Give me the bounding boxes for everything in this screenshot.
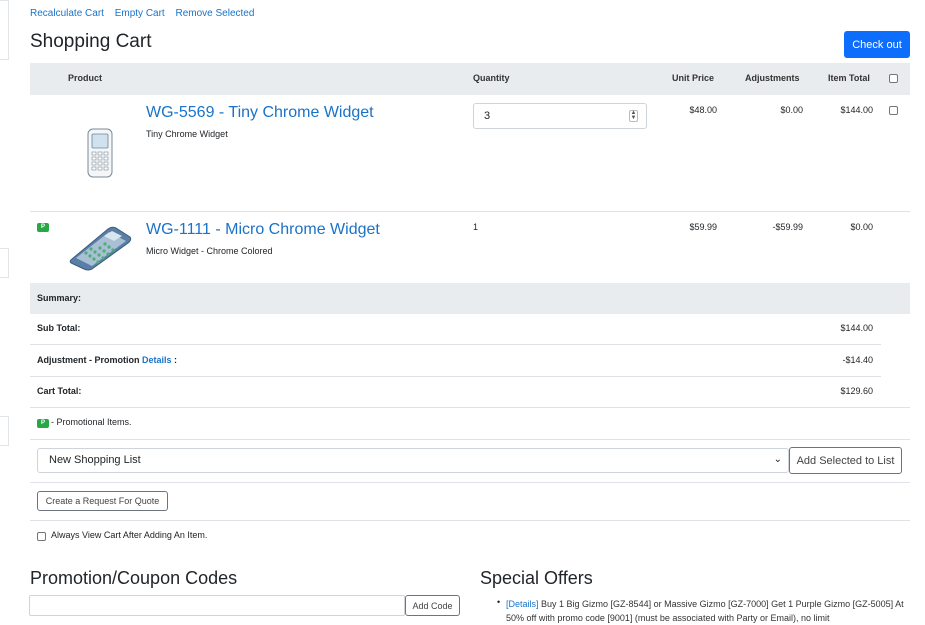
product-description: Tiny Chrome Widget: [146, 129, 228, 139]
checkout-button[interactable]: Check out: [844, 31, 910, 58]
divider: [30, 482, 910, 483]
special-offer-item: [Details] Buy 1 Big Gizmo [GZ-8544] or M…: [506, 597, 916, 625]
shopping-list-value: New Shopping List: [49, 454, 141, 466]
page-title: Shopping Cart: [30, 31, 152, 52]
summary-heading: Summary:: [37, 293, 82, 303]
product-name-link[interactable]: WG-5569 - Tiny Chrome Widget: [146, 104, 374, 122]
recalculate-cart-link[interactable]: Recalculate Cart: [30, 8, 104, 19]
row-select-checkbox[interactable]: [889, 106, 898, 115]
unit-price: $48.00: [689, 105, 717, 115]
cart-total-value: $129.60: [840, 386, 873, 396]
header-item-total: Item Total: [828, 73, 870, 83]
offer-text: Buy 1 Big Gizmo [GZ-8544] or Massive Giz…: [506, 599, 904, 623]
adjustment-value: $0.00: [780, 105, 803, 115]
cart-row: WG-5569 - Tiny Chrome Widget Tiny Chrome…: [30, 95, 910, 211]
header-quantity: Quantity: [473, 73, 510, 83]
divider: [30, 520, 910, 521]
empty-cart-link[interactable]: Empty Cart: [115, 8, 165, 19]
quantity-value: 1: [473, 222, 479, 232]
item-total: $0.00: [850, 222, 873, 232]
divider: [30, 407, 910, 408]
cart-total-label: Cart Total:: [37, 386, 82, 396]
quantity-stepper-icon[interactable]: ▲ ▼: [629, 110, 638, 122]
promo-note: - Promotional Items.: [51, 417, 132, 427]
adjustment-colon: :: [174, 355, 178, 365]
unit-price: $59.99: [689, 222, 717, 232]
mobile-phone-icon: [87, 128, 113, 178]
always-view-checkbox[interactable]: [37, 532, 46, 541]
cart-actions: Recalculate Cart Empty Cart Remove Selec…: [30, 8, 262, 19]
adjustment-details-link[interactable]: Details: [142, 355, 172, 365]
divider: [30, 344, 881, 345]
divider: [30, 439, 910, 440]
header-product: Product: [68, 73, 103, 83]
cart-table-header: Product Quantity Unit Price Adjustments …: [30, 63, 910, 95]
divider: [30, 376, 881, 377]
promo-code-input[interactable]: [29, 595, 405, 616]
quantity-value: 3: [484, 110, 491, 122]
add-to-list-button[interactable]: Add Selected to List: [789, 447, 902, 474]
calculator-icon: [69, 226, 132, 271]
adjustment-total: -$14.40: [842, 355, 873, 365]
chevron-down-icon: ⌄: [773, 454, 782, 465]
adjustment-row: Adjustment - Promotion Details :: [37, 355, 177, 365]
add-code-button[interactable]: Add Code: [405, 595, 460, 616]
promo-codes-heading: Promotion/Coupon Codes: [30, 568, 238, 588]
adjustment-value: -$59.99: [772, 222, 803, 232]
quantity-input[interactable]: 3 ▲ ▼: [473, 103, 647, 129]
promo-badge: P: [37, 223, 49, 232]
product-description: Micro Widget - Chrome Colored: [146, 246, 273, 256]
cart-row: P WG-1111 - Micro Chrome Widget Micro Wi…: [30, 212, 910, 282]
header-unit-price: Unit Price: [672, 73, 715, 83]
header-adjustments: Adjustments: [745, 73, 800, 83]
offer-details-link[interactable]: [Details]: [506, 599, 539, 609]
remove-selected-link[interactable]: Remove Selected: [176, 8, 255, 19]
bullet: •: [497, 597, 501, 607]
promo-badge: P: [37, 419, 49, 428]
subtotal-label: Sub Total:: [37, 323, 81, 333]
product-name-link[interactable]: WG-1111 - Micro Chrome Widget: [146, 221, 380, 239]
item-total: $144.00: [840, 105, 873, 115]
subtotal-value: $144.00: [840, 323, 873, 333]
sidebar-edge-bottom: [0, 416, 9, 446]
request-quote-button[interactable]: Create a Request For Quote: [37, 491, 168, 511]
always-view-label: Always View Cart After Adding An Item.: [51, 530, 208, 540]
special-offers-heading: Special Offers: [480, 568, 593, 588]
select-all-checkbox[interactable]: [889, 74, 898, 83]
summary-bar: Summary:: [30, 283, 910, 314]
adjustment-label: Adjustment - Promotion: [37, 355, 140, 365]
shopping-list-select[interactable]: New Shopping List ⌄: [37, 448, 789, 473]
sidebar-edge-middle: [0, 248, 9, 278]
sidebar-edge-top: [0, 0, 9, 60]
